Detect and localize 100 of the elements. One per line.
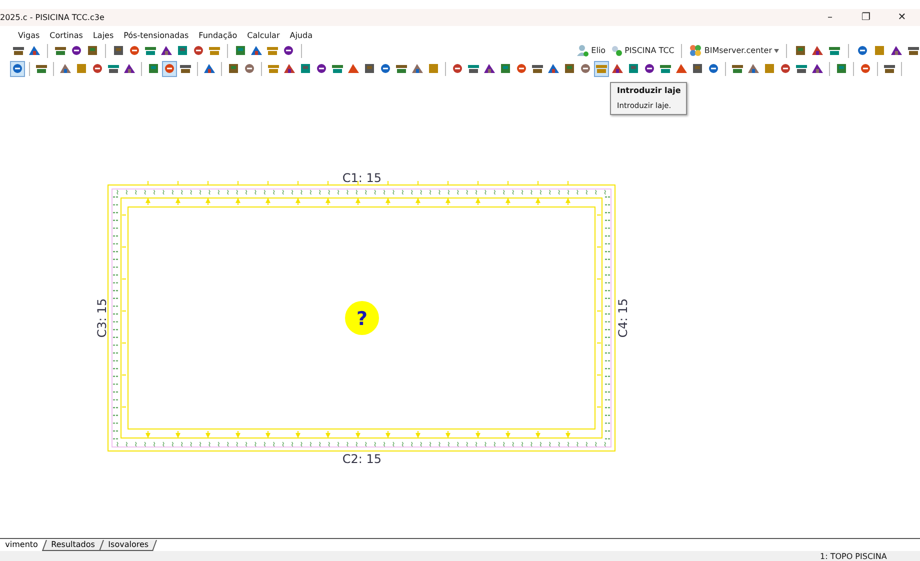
menu-item[interactable]: Fundação [198, 29, 238, 41]
tooltip-title: Introduzir laje [617, 86, 680, 95]
toolbar-icon [315, 62, 328, 75]
toolbar-icon [91, 62, 104, 75]
toolbar-icon [531, 62, 544, 75]
toolbar-button[interactable] [162, 60, 177, 76]
toolbar-icon [811, 62, 824, 75]
toolbar-icon [907, 44, 920, 57]
toolbar-icon [794, 44, 807, 57]
project-icon [610, 44, 623, 57]
toolbar-icon [795, 62, 808, 75]
toolbar-icon [227, 62, 240, 75]
toolbar-icon [595, 62, 608, 75]
toolbar-icon [427, 62, 440, 75]
sheet-tab[interactable]: Isovalores [98, 540, 157, 551]
toolbar-icon [243, 62, 256, 75]
toolbar-icon [70, 44, 83, 57]
menu-item[interactable]: Pós-tensionadas [122, 29, 190, 41]
menu-item[interactable]: Ajuda [288, 29, 314, 41]
window-control[interactable]: ✕ [884, 12, 920, 23]
sheet-tab[interactable]: Resultados [42, 540, 104, 551]
toolbar-icon [856, 44, 869, 57]
toolbar-icon [883, 62, 896, 75]
toolbar-icon [643, 62, 656, 75]
toolbar-icon [75, 62, 88, 75]
toolbar-icon [411, 62, 424, 75]
menu-item[interactable]: Lajes [92, 29, 115, 41]
toolbar-icon [707, 62, 720, 75]
toolbar-icon [86, 44, 99, 57]
toolbar-icon [779, 62, 792, 75]
toolbar-icon [379, 62, 392, 75]
menu-item[interactable]: Calcular [246, 29, 281, 41]
toolbar-icon [107, 62, 120, 75]
toolbar-icon [266, 44, 279, 57]
toolbar-icon [112, 44, 125, 57]
beam-label: C1: 15 [342, 171, 382, 185]
toolbar-icon [363, 62, 376, 75]
toolbar-icon [147, 62, 160, 75]
toolbar-icon [811, 44, 824, 57]
toolbar-icon [731, 62, 744, 75]
toolbar-icon [234, 44, 247, 57]
toolbar-icon [250, 44, 263, 57]
toolbar-icon [763, 62, 776, 75]
toolbar-icon [203, 62, 216, 75]
user-button[interactable]: Elio [576, 44, 606, 57]
toolbar-icon [282, 44, 295, 57]
window-control[interactable]: – [812, 12, 848, 23]
toolbar-icon [467, 62, 480, 75]
toolbar-icon [563, 62, 576, 75]
toolbar-icon [747, 62, 760, 75]
toolbar-icon [299, 62, 312, 75]
window-title: 2025.c - PISICINA TCC.c3e [0, 13, 104, 22]
toolbar-icon [611, 62, 624, 75]
toolbar-icon [627, 62, 640, 75]
toolbar-icon [873, 44, 886, 57]
toolbar-icon [179, 62, 192, 75]
toolbar-icon [176, 44, 189, 57]
toolbar-icon [691, 62, 704, 75]
toolbar-icon [192, 44, 205, 57]
beam-label: C3: 15 [95, 298, 109, 338]
toolbar-icon [11, 62, 24, 75]
toolbar-icon [208, 44, 221, 57]
toolbar-icon [28, 44, 41, 57]
menu-item[interactable]: Cortinas [48, 29, 84, 41]
menu-item[interactable]: Vigas [17, 29, 41, 41]
toolbar-icon [859, 62, 872, 75]
toolbar-icon [283, 62, 296, 75]
toolbar-icon [828, 44, 841, 57]
toolbar-icon [347, 62, 360, 75]
window-control[interactable]: ❐ [848, 12, 884, 23]
toolbar-icon [835, 62, 848, 75]
toolbar-icon [499, 62, 512, 75]
toolbar-icon [267, 62, 280, 75]
beam-label: C4: 15 [616, 298, 630, 338]
toolbar-icon [144, 44, 157, 57]
toolbar-icon [163, 62, 176, 75]
flower-icon [689, 44, 702, 57]
toolbar-icon [12, 44, 25, 57]
toolbar-icon [128, 44, 141, 57]
toolbar-icon [547, 62, 560, 75]
beam-label: C2: 15 [342, 452, 382, 466]
toolbar-icon [483, 62, 496, 75]
caret-icon [774, 48, 779, 52]
toolbar-icon [890, 44, 903, 57]
user-icon [576, 44, 590, 57]
toolbar-icon [54, 44, 67, 57]
help-marker: ? [345, 301, 379, 335]
toolbar-icon [395, 62, 408, 75]
toolbar-icon [451, 62, 464, 75]
toolbar-icon [35, 62, 48, 75]
toolbar-icon [59, 62, 72, 75]
toolbar-icon [659, 62, 672, 75]
server-dropdown[interactable]: BIMserver.center [689, 44, 779, 57]
project-button[interactable]: PISCINA TCC [610, 44, 674, 57]
toolbar-icon [579, 62, 592, 75]
status-text: 1: TOPO PISCINA [820, 552, 887, 561]
toolbar-icon [675, 62, 688, 75]
toolbar-icon [123, 62, 136, 75]
toolbar-icon [331, 62, 344, 75]
toolbar-button[interactable] [10, 60, 25, 76]
